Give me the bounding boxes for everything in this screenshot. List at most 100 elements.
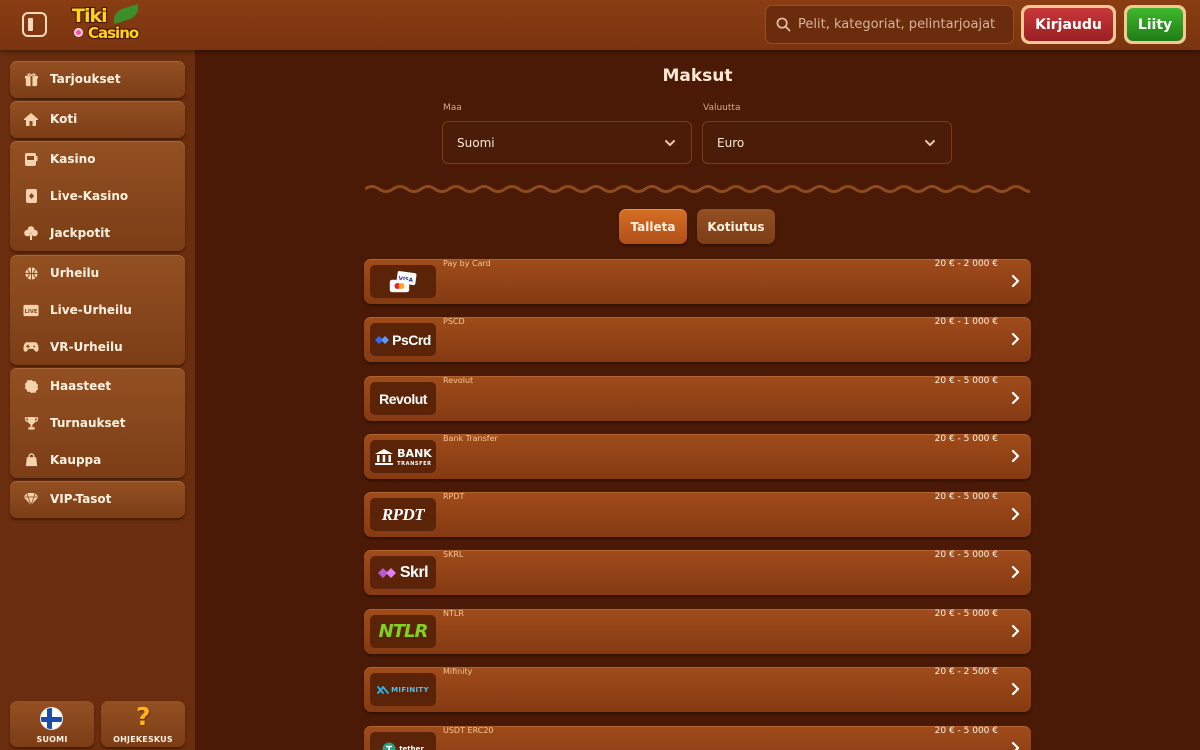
- language-button[interactable]: SUOMI: [10, 701, 94, 747]
- gift-icon: [23, 71, 39, 87]
- nav-group-casino: Kasino Live-Kasino Jackpotit: [10, 141, 185, 252]
- payment-method-row[interactable]: BANK TRANSFER Bank Transfer 20 € - 5 000…: [364, 434, 1031, 479]
- sidebar-toggle-icon[interactable]: [22, 12, 47, 37]
- badge-icon: [23, 378, 39, 394]
- sidebar-item-tarjoukset[interactable]: Tarjoukset: [10, 61, 185, 98]
- payment-name: NTLR: [443, 609, 464, 618]
- logo-text: PsCrd: [392, 331, 431, 348]
- logo-text: tether: [399, 744, 424, 750]
- currency-value: Euro: [717, 135, 745, 150]
- chevron-down-icon: [925, 140, 935, 146]
- join-label: Liity: [1127, 8, 1183, 41]
- sidebar-item-kauppa[interactable]: Kauppa: [10, 441, 185, 478]
- payment-method-row[interactable]: PsCrd PSCD 20 € - 1 000 €: [364, 317, 1031, 362]
- payment-method-row[interactable]: RPDT RPDT 20 € - 5 000 €: [364, 492, 1031, 537]
- payment-method-row[interactable]: Skrl SKRL 20 € - 5 000 €: [364, 550, 1031, 595]
- sidebar-item-label: Tarjoukset: [50, 72, 121, 87]
- logo-leaf: [110, 3, 142, 25]
- card-logo: VISA: [370, 265, 436, 298]
- sidebar-item-label: Live-Urheilu: [50, 303, 132, 318]
- main-content: Maksut Maa Suomi Valuutta Euro Talleta K…: [195, 50, 1200, 750]
- sidebar-item-label: VIP-Tasot: [50, 492, 112, 507]
- rpdt-logo: RPDT: [370, 498, 436, 531]
- page-title: Maksut: [662, 66, 733, 86]
- currency-select[interactable]: Euro: [702, 121, 952, 164]
- home-icon: [23, 111, 39, 127]
- language-label: SUOMI: [36, 735, 68, 744]
- payment-method-row[interactable]: VISA Pay by Card 20 € - 2 000 €: [364, 259, 1031, 304]
- tab-deposit[interactable]: Talleta: [619, 209, 687, 244]
- live-icon: LIVE: [23, 302, 39, 318]
- payment-method-row[interactable]: Revolut Revolut 20 € - 5 000 €: [364, 376, 1031, 421]
- pscrd-logo: PsCrd: [370, 323, 436, 356]
- currency-label: Valuutta: [703, 103, 741, 113]
- payment-method-row[interactable]: NTLR NTLR 20 € - 5 000 €: [364, 609, 1031, 654]
- slot-machine-icon: [23, 151, 39, 167]
- payment-limit: 20 € - 2 500 €: [934, 667, 998, 677]
- logo-text: Revolut: [379, 390, 427, 407]
- payment-limit: 20 € - 5 000 €: [934, 492, 998, 502]
- sidebar-item-label: Koti: [50, 112, 78, 127]
- sidebar-item-label: Live-Kasino: [50, 189, 129, 204]
- payment-name: Pay by Card: [443, 259, 491, 268]
- question-mark-icon: ?: [136, 702, 151, 731]
- sidebar-item-kasino[interactable]: Kasino: [10, 141, 185, 178]
- sidebar-item-label: Kasino: [50, 152, 96, 167]
- payment-method-row[interactable]: MIFINITY Mifinity 20 € - 2 500 €: [364, 667, 1031, 712]
- sidebar-item-vip-tasot[interactable]: VIP-Tasot: [10, 481, 185, 518]
- sidebar-item-label: Jackpotit: [50, 225, 111, 240]
- sidebar-item-jackpotit[interactable]: Jackpotit: [10, 214, 185, 251]
- trophy-icon: [23, 415, 39, 431]
- payment-name: USDT ERC20: [443, 726, 494, 735]
- nav-group-home: Koti: [10, 101, 185, 138]
- payment-limit: 20 € - 5 000 €: [934, 550, 998, 560]
- help-label: OHJEKESKUS: [113, 735, 173, 744]
- sidebar-item-haasteet[interactable]: Haasteet: [10, 368, 185, 405]
- revolut-logo: Revolut: [370, 382, 436, 415]
- logo-text: BANK: [397, 446, 432, 460]
- sidebar-item-label: Kauppa: [50, 452, 102, 467]
- basketball-icon: [23, 265, 39, 281]
- sidebar-item-label: Turnaukset: [50, 416, 126, 431]
- chevron-right-icon: [1011, 507, 1020, 521]
- sidebar-item-live-urheilu[interactable]: LIVE Live-Urheilu: [10, 292, 185, 329]
- chevron-right-icon: [1011, 391, 1020, 405]
- payment-name: PSCD: [443, 317, 465, 326]
- sidebar-item-turnaukset[interactable]: Turnaukset: [10, 405, 185, 442]
- payment-name: Revolut: [443, 376, 474, 385]
- sidebar-item-koti[interactable]: Koti: [10, 101, 185, 138]
- diamond-icon: [23, 491, 39, 507]
- chevron-down-icon: [665, 140, 675, 146]
- chevron-right-icon: [1011, 682, 1020, 696]
- wavy-divider: [365, 185, 1030, 193]
- sidebar-item-label: VR-Urheilu: [50, 339, 123, 354]
- bag-icon: [23, 452, 39, 468]
- logo-flower: [74, 28, 83, 37]
- bank-icon: [375, 448, 394, 465]
- search-box[interactable]: [765, 5, 1014, 44]
- tether-logo: tether: [370, 732, 436, 750]
- payment-method-row[interactable]: tether USDT ERC20 20 € - 5 000 €: [364, 726, 1031, 750]
- country-value: Suomi: [457, 135, 495, 150]
- nav-group-rewards: Haasteet Turnaukset Kauppa: [10, 368, 185, 479]
- sidebar-item-urheilu[interactable]: Urheilu: [10, 255, 185, 292]
- join-button[interactable]: Liity: [1124, 5, 1186, 44]
- tab-label: Talleta: [630, 219, 676, 234]
- chevron-right-icon: [1011, 274, 1020, 288]
- chevron-right-icon: [1011, 741, 1020, 750]
- payment-limit: 20 € - 5 000 €: [934, 609, 998, 619]
- sidebar-item-label: Haasteet: [50, 379, 112, 394]
- tiki-casino-logo[interactable]: Tiki Casino: [68, 3, 146, 46]
- help-center-button[interactable]: ? OHJEKESKUS: [101, 701, 185, 747]
- ntlr-logo: NTLR: [370, 615, 436, 648]
- sidebar: Tarjoukset Koti Kasino Live-Kasino Jackp…: [0, 50, 195, 750]
- login-button[interactable]: Kirjaudu: [1021, 5, 1116, 44]
- country-select[interactable]: Suomi: [442, 121, 692, 164]
- payment-limit: 20 € - 5 000 €: [934, 434, 998, 444]
- tab-withdraw[interactable]: Kotiutus: [697, 209, 775, 244]
- nav-group-vip: VIP-Tasot: [10, 481, 185, 518]
- payment-limit: 20 € - 5 000 €: [934, 376, 998, 386]
- search-input[interactable]: [798, 17, 1003, 32]
- sidebar-item-vr-urheilu[interactable]: VR-Urheilu: [10, 328, 185, 365]
- sidebar-item-live-kasino[interactable]: Live-Kasino: [10, 178, 185, 215]
